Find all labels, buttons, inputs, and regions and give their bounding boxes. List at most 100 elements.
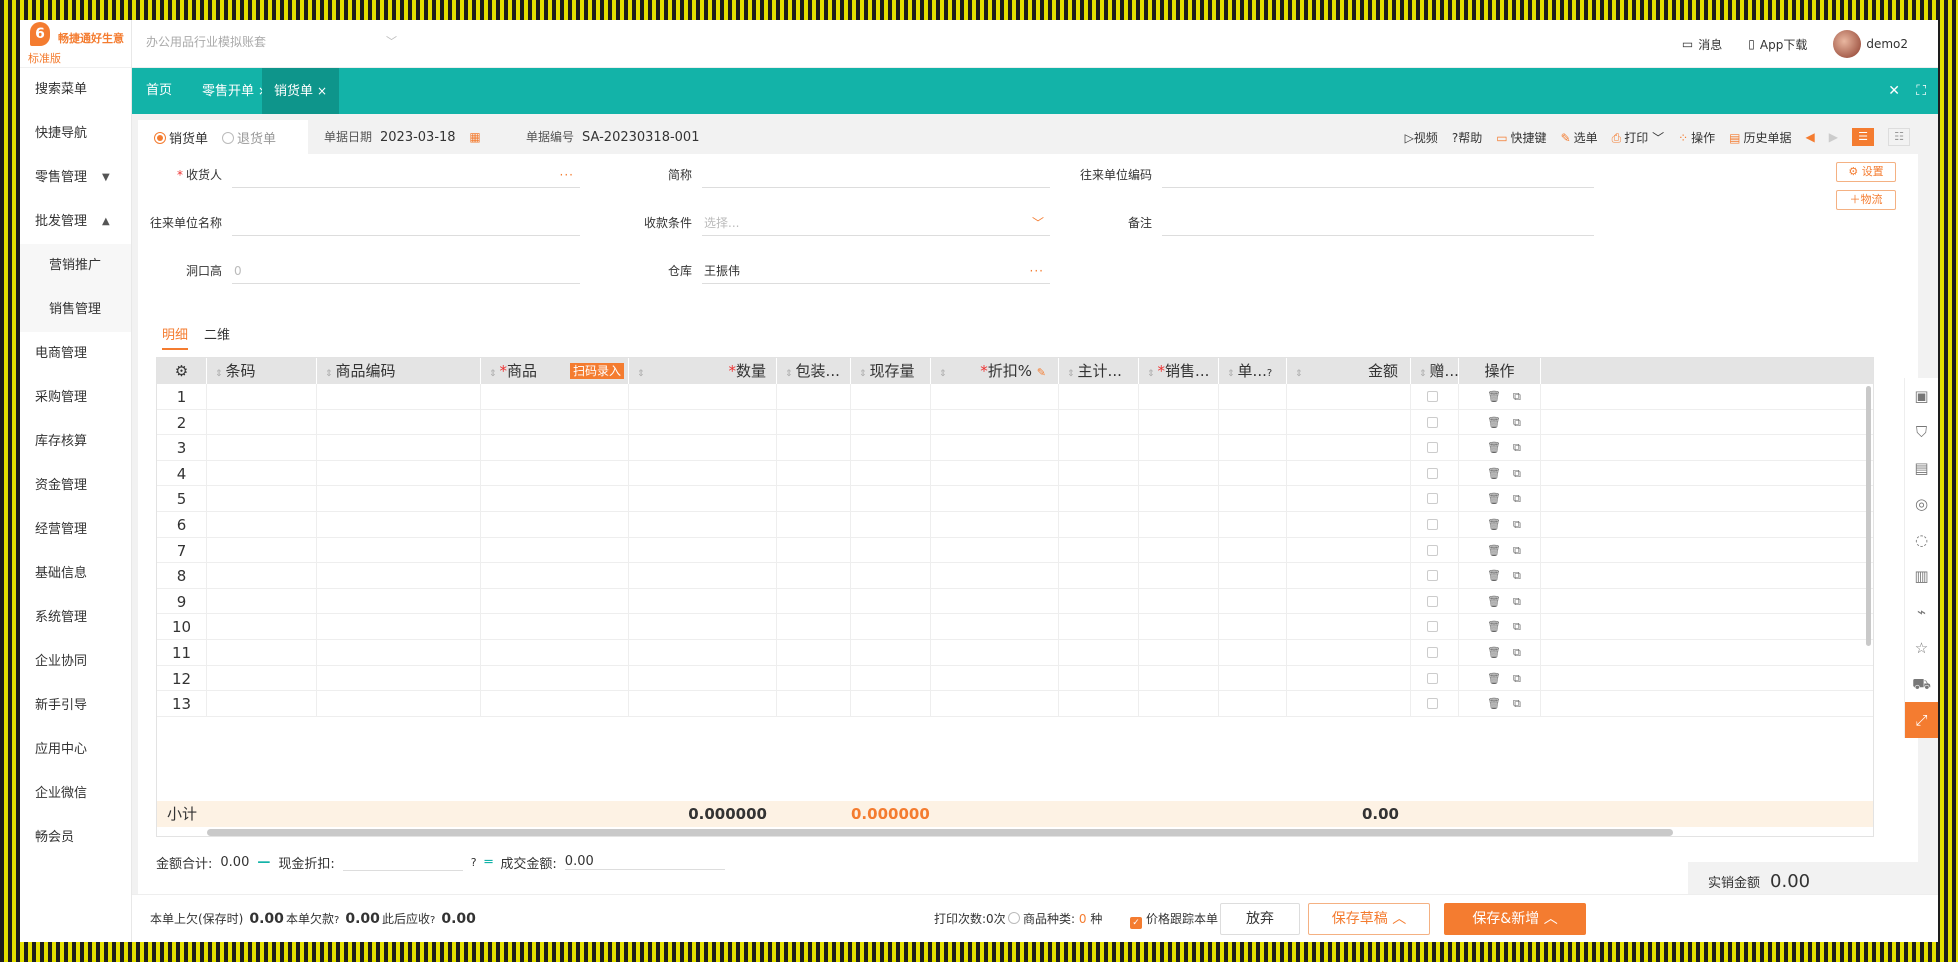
table-cell[interactable] bbox=[931, 460, 1059, 486]
copy-icon[interactable]: ⧉ bbox=[1513, 544, 1521, 558]
table-cell[interactable] bbox=[1139, 563, 1219, 588]
card-view-icon[interactable]: ☷ bbox=[1888, 128, 1910, 146]
help-button[interactable]: ?帮助 bbox=[1452, 129, 1482, 146]
sidebar-item[interactable]: 企业协同 bbox=[20, 640, 131, 684]
table-cell[interactable] bbox=[931, 512, 1059, 537]
table-cell[interactable] bbox=[931, 665, 1059, 691]
table-cell[interactable] bbox=[317, 537, 481, 563]
table-cell[interactable] bbox=[851, 640, 931, 665]
table-cell[interactable] bbox=[1411, 384, 1459, 409]
table-cell[interactable] bbox=[207, 640, 317, 665]
table-row[interactable]: 11 🗑 ⧉ bbox=[157, 640, 1873, 666]
table-cell[interactable] bbox=[1287, 614, 1411, 639]
sidebar-item[interactable]: 营销推广 bbox=[20, 244, 131, 288]
list-view-icon[interactable]: ☰ bbox=[1852, 128, 1874, 146]
col-pack[interactable]: ⇕ 包装... bbox=[777, 358, 851, 384]
table-cell[interactable] bbox=[1219, 537, 1287, 563]
table-row[interactable]: 3 🗑 ⧉ bbox=[157, 435, 1873, 461]
copy-icon[interactable]: ⧉ bbox=[1513, 646, 1521, 660]
table-cell[interactable] bbox=[629, 563, 777, 588]
table-cell[interactable] bbox=[931, 486, 1059, 511]
table-cell[interactable] bbox=[481, 537, 629, 563]
gift-checkbox[interactable] bbox=[1427, 698, 1438, 710]
copy-icon[interactable]: ⧉ bbox=[1513, 492, 1521, 506]
table-cell[interactable]: 🗑 ⧉ bbox=[1459, 665, 1541, 691]
delete-icon[interactable]: 🗑 bbox=[1487, 416, 1501, 429]
remark-input[interactable] bbox=[1162, 210, 1594, 236]
sidebar-item[interactable]: 系统管理 bbox=[20, 596, 131, 640]
table-cell[interactable] bbox=[1139, 384, 1219, 409]
col-discount[interactable]: ⇕ *折扣% ✎ bbox=[931, 358, 1059, 384]
delete-icon[interactable]: 🗑 bbox=[1487, 492, 1501, 505]
table-cell[interactable] bbox=[1411, 563, 1459, 588]
table-cell[interactable] bbox=[1219, 435, 1287, 460]
table-cell[interactable] bbox=[207, 588, 317, 614]
table-cell[interactable]: 🗑 ⧉ bbox=[1459, 588, 1541, 614]
table-cell[interactable] bbox=[1287, 588, 1411, 614]
table-cell[interactable] bbox=[1139, 512, 1219, 537]
select-button[interactable]: ✎ 选单 bbox=[1561, 129, 1598, 146]
table-cell[interactable] bbox=[851, 691, 931, 716]
save-draft-button[interactable]: 保存草稿 ︿ bbox=[1308, 903, 1430, 935]
table-cell[interactable]: 🗑 ⧉ bbox=[1459, 537, 1541, 563]
table-cell[interactable] bbox=[629, 614, 777, 639]
table-cell[interactable] bbox=[317, 486, 481, 511]
close-all-icon[interactable]: ✕ bbox=[1888, 68, 1900, 114]
copy-icon[interactable]: ⧉ bbox=[1513, 467, 1521, 481]
clipboard-icon[interactable]: ▣ bbox=[1905, 378, 1938, 414]
document-date[interactable]: 单据日期 2023-03-18 ▦ bbox=[324, 120, 481, 154]
table-cell[interactable] bbox=[1059, 614, 1139, 639]
copy-icon[interactable]: ⧉ bbox=[1513, 620, 1521, 634]
table-cell[interactable] bbox=[1411, 691, 1459, 716]
table-row[interactable]: 2 🗑 ⧉ bbox=[157, 409, 1873, 436]
table-cell[interactable] bbox=[317, 512, 481, 537]
table-cell[interactable] bbox=[1287, 640, 1411, 665]
table-cell[interactable] bbox=[931, 563, 1059, 588]
table-cell[interactable] bbox=[1219, 614, 1287, 639]
table-cell[interactable] bbox=[629, 512, 777, 537]
table-cell[interactable] bbox=[851, 384, 931, 409]
table-row[interactable]: 5 🗑 ⧉ bbox=[157, 486, 1873, 512]
table-cell[interactable] bbox=[317, 665, 481, 691]
copy-icon[interactable]: ⧉ bbox=[1513, 672, 1521, 686]
table-cell[interactable] bbox=[1219, 563, 1287, 588]
table-cell[interactable] bbox=[629, 665, 777, 691]
sidebar-item[interactable]: 快捷导航 bbox=[20, 112, 131, 156]
col-stock[interactable]: ⇕ 现存量 bbox=[851, 358, 931, 384]
table-cell[interactable] bbox=[629, 537, 777, 563]
table-cell[interactable] bbox=[1219, 384, 1287, 409]
inventory-icon[interactable]: ▤ bbox=[1905, 450, 1938, 486]
col-gift[interactable]: ⇕ 赠... bbox=[1411, 358, 1459, 384]
sidebar-item[interactable]: 销售管理 bbox=[20, 288, 131, 332]
table-cell[interactable]: 🗑 ⧉ bbox=[1459, 563, 1541, 588]
col-sale[interactable]: ⇕ *销售... bbox=[1139, 358, 1219, 384]
discard-button[interactable]: 放弃 bbox=[1220, 903, 1300, 935]
help-icon[interactable]: ? bbox=[1267, 368, 1272, 379]
table-cell[interactable] bbox=[931, 537, 1059, 563]
table-cell[interactable] bbox=[1219, 665, 1287, 691]
table-cell[interactable] bbox=[317, 384, 481, 409]
prev-icon[interactable]: ◀ bbox=[1806, 130, 1815, 144]
table-cell[interactable] bbox=[1059, 435, 1139, 460]
sidebar-item[interactable]: 畅会员 bbox=[20, 816, 131, 860]
warehouse-input[interactable]: 王振伟 ··· bbox=[702, 258, 1050, 284]
tab-2d[interactable]: 二维 bbox=[204, 326, 230, 350]
more-icon[interactable]: ··· bbox=[1030, 258, 1044, 284]
receiver-input[interactable]: ··· bbox=[232, 162, 580, 188]
table-cell[interactable] bbox=[1287, 435, 1411, 460]
app-download-link[interactable]: ▯ App下载 bbox=[1748, 36, 1807, 53]
col-barcode[interactable]: ⇕ 条码 bbox=[207, 358, 317, 384]
table-row[interactable]: 9 🗑 ⧉ bbox=[157, 588, 1873, 615]
table-cell[interactable]: 🗑 ⧉ bbox=[1459, 486, 1541, 511]
table-cell[interactable] bbox=[851, 409, 931, 435]
col-product[interactable]: ⇕ *商品 扫码录入 bbox=[481, 358, 629, 384]
table-cell[interactable] bbox=[851, 588, 931, 614]
table-cell[interactable] bbox=[481, 512, 629, 537]
table-cell[interactable] bbox=[851, 486, 931, 511]
sidebar-item[interactable]: 经营管理 bbox=[20, 508, 131, 552]
col-price[interactable]: ⇕ 单...? bbox=[1219, 358, 1287, 384]
delete-icon[interactable]: 🗑 bbox=[1487, 697, 1501, 710]
table-cell[interactable] bbox=[1139, 640, 1219, 665]
table-cell[interactable] bbox=[777, 588, 851, 614]
user-menu[interactable]: demo2 bbox=[1833, 30, 1908, 58]
